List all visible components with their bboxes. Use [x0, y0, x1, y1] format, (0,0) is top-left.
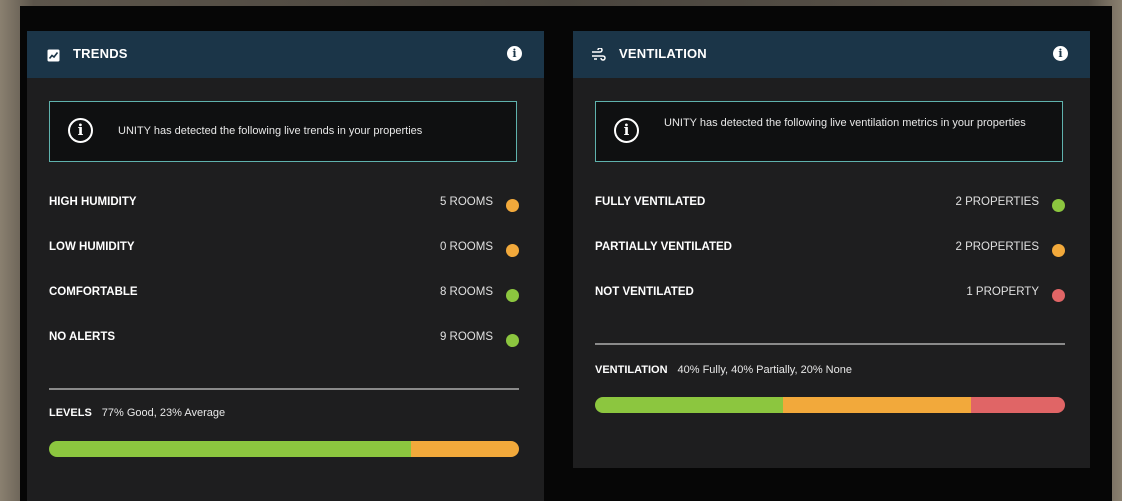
bar-segment-partially	[783, 397, 971, 413]
list-item: COMFORTABLE 8 ROOMS	[49, 284, 519, 304]
levels-label: LEVELS	[49, 407, 92, 419]
row-label: NO ALERTS	[49, 331, 116, 343]
bar-segment-average	[410, 441, 519, 457]
list-item: FULLY VENTILATED 2 PROPERTIES	[595, 194, 1065, 214]
levels-progress-bar	[49, 441, 519, 457]
info-circle-icon: i	[614, 118, 639, 143]
divider	[595, 343, 1065, 345]
levels-text: 77% Good, 23% Average	[101, 407, 226, 419]
list-item: LOW HUMIDITY 0 ROOMS	[49, 239, 519, 259]
ventilation-panel: VENTILATION i i UNITY has detected the f…	[573, 31, 1090, 468]
trends-title: TRENDS	[73, 46, 128, 61]
row-value: 1 PROPERTY	[966, 286, 1039, 298]
list-item: HIGH HUMIDITY 5 ROOMS	[49, 194, 519, 214]
ventilation-alert: i UNITY has detected the following live …	[595, 101, 1063, 162]
trends-panel: TRENDS i i UNITY has detected the follow…	[27, 31, 544, 501]
ventilation-summary-text: 40% Fully, 40% Partially, 20% None	[677, 364, 852, 376]
trends-header: TRENDS i	[27, 31, 544, 78]
status-dot	[506, 244, 519, 257]
status-dot	[506, 334, 519, 347]
bar-segment-fully	[595, 397, 783, 413]
row-label: HIGH HUMIDITY	[49, 196, 137, 208]
levels-summary: LEVELS 77% Good, 23% Average	[49, 407, 519, 423]
row-label: COMFORTABLE	[49, 286, 138, 298]
list-item: NO ALERTS 9 ROOMS	[49, 329, 519, 349]
ventilation-header: VENTILATION i	[573, 31, 1090, 78]
info-icon[interactable]: i	[1053, 46, 1068, 61]
info-circle-icon: i	[68, 118, 93, 143]
list-item: NOT VENTILATED 1 PROPERTY	[595, 284, 1065, 304]
list-item: PARTIALLY VENTILATED 2 PROPERTIES	[595, 239, 1065, 259]
row-value: 2 PROPERTIES	[955, 241, 1039, 253]
status-dot	[1052, 244, 1065, 257]
row-label: FULLY VENTILATED	[595, 196, 706, 208]
status-dot	[1052, 289, 1065, 302]
info-icon[interactable]: i	[507, 46, 522, 61]
ventilation-summary: VENTILATION 40% Fully, 40% Partially, 20%…	[595, 364, 1065, 380]
ventilation-summary-label: VENTILATION	[595, 364, 668, 376]
row-value: 9 ROOMS	[439, 331, 493, 343]
divider	[49, 388, 519, 390]
row-value: 0 ROOMS	[439, 241, 493, 253]
row-label: LOW HUMIDITY	[49, 241, 135, 253]
bar-segment-none	[971, 397, 1065, 413]
status-dot	[506, 199, 519, 212]
trends-alert-text: UNITY has detected the following live tr…	[118, 125, 423, 137]
trends-alert: i UNITY has detected the following live …	[49, 101, 517, 162]
bar-segment-good	[49, 441, 411, 457]
row-value: 2 PROPERTIES	[955, 196, 1039, 208]
row-label: PARTIALLY VENTILATED	[595, 241, 732, 253]
ventilation-title: VENTILATION	[619, 46, 707, 61]
ventilation-progress-bar	[595, 397, 1065, 413]
status-dot	[506, 289, 519, 302]
row-value: 8 ROOMS	[439, 286, 493, 298]
row-label: NOT VENTILATED	[595, 286, 694, 298]
row-value: 5 ROOMS	[439, 196, 493, 208]
fan-icon	[591, 47, 607, 63]
chart-icon	[45, 47, 61, 63]
status-dot	[1052, 199, 1065, 212]
ventilation-alert-text: UNITY has detected the following live ve…	[664, 117, 1026, 129]
